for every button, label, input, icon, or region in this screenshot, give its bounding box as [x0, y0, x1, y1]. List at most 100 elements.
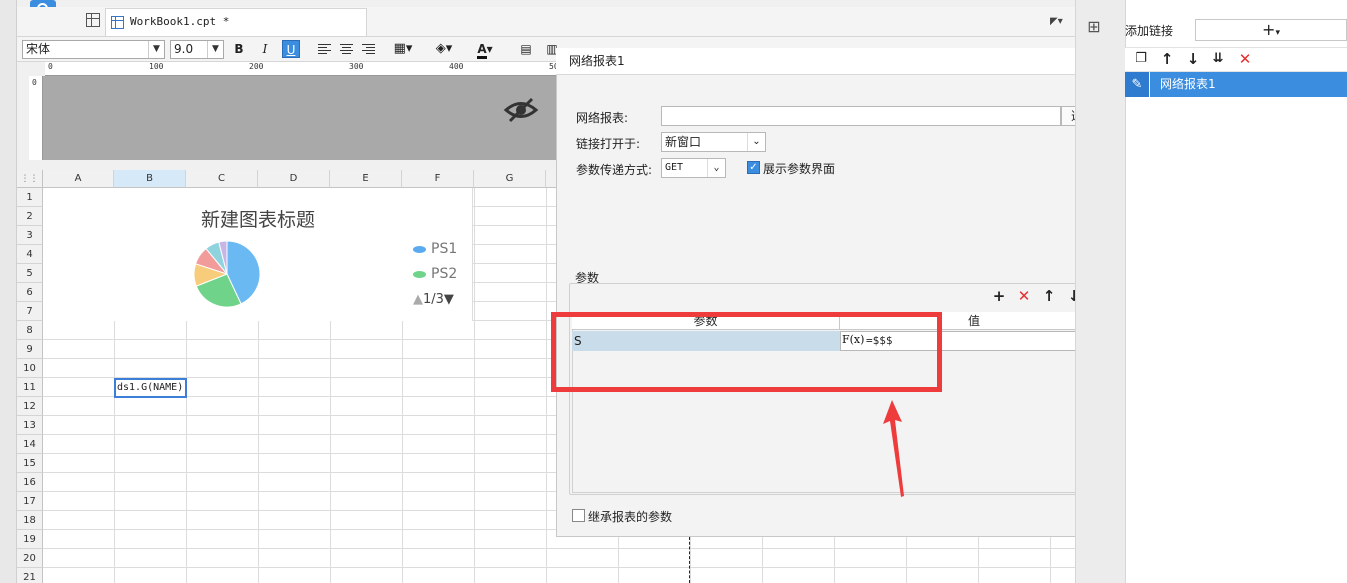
font-name-select[interactable]: 宋体 ▼ — [22, 40, 165, 59]
underline-button[interactable]: U — [282, 40, 300, 58]
row-header[interactable]: 13 — [17, 416, 43, 435]
layout-panel-icon[interactable]: ⊞ — [1083, 16, 1105, 38]
italic-button[interactable]: I — [256, 40, 274, 58]
grid-view-icon[interactable] — [86, 13, 100, 27]
ruler-mark: 100 — [149, 62, 164, 71]
bold-button[interactable]: B — [230, 40, 248, 58]
pie-chart-plot — [193, 240, 261, 308]
row-header[interactable]: 15 — [17, 454, 43, 473]
merge-cells-icon[interactable]: ▤ — [517, 40, 535, 58]
row-header[interactable]: 3 — [17, 226, 43, 245]
edit-pencil-icon[interactable]: ✎ — [1125, 72, 1150, 97]
legend-label: PS1 — [431, 241, 458, 257]
legend-item-ps1: PS1 — [413, 241, 457, 257]
method-select[interactable]: GET ⌄ — [661, 158, 726, 178]
chevron-down-icon[interactable]: ⌄ — [747, 133, 765, 151]
row-header[interactable]: 4 — [17, 245, 43, 264]
legend-swatch — [413, 270, 426, 278]
border-icon[interactable]: ▦▾ — [391, 40, 415, 58]
font-name-value: 宋体 — [26, 42, 51, 56]
move-down-icon[interactable]: ↓ — [1185, 50, 1201, 68]
row-header[interactable]: 9 — [17, 340, 43, 359]
row-header[interactable]: 8 — [17, 321, 43, 340]
hidden-eye-icon[interactable] — [503, 96, 539, 124]
legend-label: PS2 — [431, 266, 458, 282]
font-color-button[interactable]: A▾ — [471, 40, 499, 59]
row-header[interactable]: 7 — [17, 302, 43, 321]
inherit-params-label: 继承报表的参数 — [588, 510, 673, 524]
row-header[interactable]: 10 — [17, 359, 43, 378]
page-break-line — [689, 537, 690, 583]
row-header[interactable]: 11 — [17, 378, 43, 397]
column-header[interactable]: E — [330, 170, 402, 188]
column-header[interactable]: C — [186, 170, 258, 188]
selected-cell[interactable]: ds1.G(NAME) — [114, 378, 187, 398]
move-up-icon[interactable]: ↑ — [1041, 288, 1057, 304]
chevron-down-icon[interactable]: ▼ — [207, 41, 223, 58]
chevron-down-icon[interactable]: ⌄ — [707, 159, 725, 177]
pager-next-icon[interactable]: ▼ — [444, 292, 454, 307]
report-path-input[interactable] — [661, 106, 1061, 126]
ruler-mark: 0 — [32, 78, 37, 87]
dialog-title: 网络报表1 — [556, 48, 1125, 75]
row-header[interactable]: 14 — [17, 435, 43, 454]
column-header[interactable]: B — [114, 170, 186, 188]
pager-label: 1/3 — [423, 292, 444, 307]
add-link-button[interactable]: +▾ — [1195, 19, 1347, 41]
row-header[interactable]: 2 — [17, 207, 43, 226]
ruler-mark: 400 — [449, 62, 464, 71]
column-header[interactable]: F — [402, 170, 474, 188]
align-right-icon[interactable] — [362, 44, 375, 55]
workbook-icon — [111, 16, 124, 29]
grid-corner-icon[interactable]: ⋮⋮ — [17, 170, 43, 188]
row-header[interactable]: 20 — [17, 549, 43, 568]
align-center-icon[interactable] — [340, 44, 353, 55]
ruler-mark: 300 — [349, 62, 364, 71]
align-left-icon[interactable] — [318, 44, 331, 55]
row-header[interactable]: 19 — [17, 530, 43, 549]
copy-icon[interactable]: ❐ — [1133, 50, 1149, 68]
annotation-arrow-icon — [883, 400, 904, 497]
tab-menu-icon[interactable]: ◤▾ — [1050, 16, 1063, 27]
show-params-checkbox[interactable]: ✓ — [747, 161, 760, 174]
row-header[interactable]: 18 — [17, 511, 43, 530]
column-header[interactable]: G — [474, 170, 546, 188]
open-in-value: 新窗口 — [665, 135, 702, 149]
font-size-value: 9.0 — [174, 42, 194, 56]
method-label: 参数传递方式: — [576, 163, 653, 177]
font-size-select[interactable]: 9.0 ▼ — [170, 40, 224, 59]
tab-workbook[interactable]: WorkBook1.cpt * — [105, 8, 367, 36]
report-header-area — [43, 76, 560, 160]
open-in-select[interactable]: 新窗口 ⌄ — [661, 132, 766, 152]
row-header[interactable]: 1 — [17, 188, 43, 207]
chevron-down-icon[interactable]: ▼ — [148, 41, 164, 58]
grid-lower-area — [556, 537, 1075, 583]
pager-prev-icon[interactable]: ▲ — [413, 292, 423, 307]
ruler-mark: 200 — [249, 62, 264, 71]
move-up-icon[interactable]: ↑ — [1159, 50, 1175, 68]
sort-icon[interactable]: ⇊ — [1210, 50, 1226, 68]
show-params-label: 展示参数界面 — [763, 162, 836, 176]
column-header[interactable]: D — [258, 170, 330, 188]
link-list-item-label: 网络报表1 — [1160, 77, 1216, 91]
pie-chart[interactable]: 新建图表标题 PS1 PS2 ▲1/3▼ — [43, 188, 473, 321]
row-header[interactable]: 21 — [17, 568, 43, 583]
fill-color-icon[interactable]: ◈▾ — [431, 40, 457, 58]
hyperlink-panel-title: 添加链接 — [1125, 24, 1174, 38]
delete-param-icon[interactable]: ✕ — [1016, 288, 1032, 304]
link-list-item[interactable] — [1125, 72, 1347, 97]
row-header[interactable]: 16 — [17, 473, 43, 492]
horizontal-ruler: 0 100 200 300 400 50 — [45, 62, 560, 76]
row-header[interactable]: 12 — [17, 397, 43, 416]
ruler-mark: 0 — [48, 62, 53, 71]
legend-swatch — [413, 245, 426, 253]
delete-link-icon[interactable]: ✕ — [1237, 50, 1253, 68]
row-header[interactable]: 5 — [17, 264, 43, 283]
legend-pager[interactable]: ▲1/3▼ — [413, 292, 454, 307]
row-header[interactable]: 17 — [17, 492, 43, 511]
inherit-params-checkbox[interactable] — [572, 509, 585, 522]
column-header[interactable]: A — [43, 170, 114, 188]
add-param-icon[interactable]: + — [991, 288, 1007, 304]
method-value: GET — [665, 162, 684, 173]
row-header[interactable]: 6 — [17, 283, 43, 302]
